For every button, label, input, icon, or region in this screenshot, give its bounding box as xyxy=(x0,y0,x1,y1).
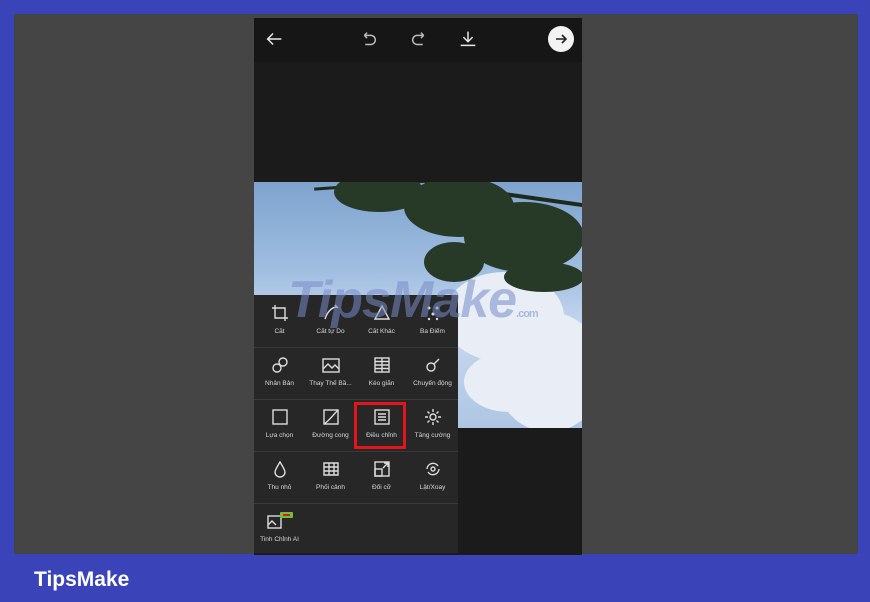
tool-perspective[interactable]: Phối cảnh xyxy=(305,451,356,503)
tool-selection[interactable]: Lựa chọn xyxy=(254,399,305,451)
ai-enhance-icon xyxy=(266,512,293,529)
tool-stretch[interactable]: Kéo giãn xyxy=(356,347,407,399)
tool-shrink[interactable]: Thu nhỏ xyxy=(254,451,305,503)
tool-replace-sky[interactable]: Thay Thế Bầ... xyxy=(305,347,356,399)
tool-label: Chuyển động xyxy=(413,380,452,387)
drop-icon xyxy=(273,460,286,478)
stretch-icon xyxy=(373,357,390,373)
tool-label: Lật/Xoay xyxy=(419,484,446,491)
replace-sky-icon xyxy=(321,358,340,373)
crop-icon xyxy=(271,305,288,321)
flip-rotate-icon xyxy=(425,462,440,476)
cloud xyxy=(464,352,554,412)
tool-label: Tăng cường xyxy=(414,432,451,439)
tool-label: Thu nhỏ xyxy=(267,484,292,491)
back-arrow-icon[interactable] xyxy=(262,28,286,52)
tool-label: Tinh Chỉnh AI xyxy=(260,536,299,543)
tool-motion[interactable]: Chuyển động xyxy=(407,347,458,399)
tool-label: Lựa chọn xyxy=(265,432,294,439)
top-border xyxy=(0,0,870,8)
enhance-icon xyxy=(424,409,441,425)
tool-label: Đường cong xyxy=(312,432,349,439)
highlight-box xyxy=(354,402,406,449)
undo-icon[interactable] xyxy=(356,28,380,52)
tool-clone[interactable]: Nhân Bản xyxy=(254,347,305,399)
clone-icon xyxy=(271,357,288,373)
tool-enhance[interactable]: Tăng cường xyxy=(407,399,458,451)
tool-flip-rotate[interactable]: Lật/Xoay xyxy=(407,451,458,503)
tool-ai-enhance[interactable]: Tinh Chỉnh AI xyxy=(254,503,305,555)
tool-label: Nhân Bản xyxy=(265,380,294,387)
watermark: TipsMake.com xyxy=(288,270,539,330)
motion-icon xyxy=(425,358,439,372)
tool-label: Kéo giãn xyxy=(368,380,395,387)
selection-icon xyxy=(271,409,288,425)
tool-label: Phối cảnh xyxy=(316,484,345,491)
brand-label: TipsMake xyxy=(34,568,130,591)
download-icon[interactable] xyxy=(456,28,480,52)
redo-icon[interactable] xyxy=(408,28,432,52)
curves-icon xyxy=(322,409,339,425)
watermark-suffix: .com xyxy=(516,308,539,320)
resize-icon xyxy=(373,461,390,477)
tool-resize[interactable]: Đổi cỡ xyxy=(356,451,407,503)
editor-toolbar xyxy=(254,18,582,62)
next-arrow-icon[interactable] xyxy=(548,26,574,52)
perspective-icon xyxy=(322,462,339,476)
tool-curves[interactable]: Đường cong xyxy=(305,399,356,451)
watermark-text: TipsMake xyxy=(288,271,517,329)
tool-label: Đổi cỡ xyxy=(371,484,392,491)
tool-label: Thay Thế Bầ... xyxy=(309,380,352,387)
